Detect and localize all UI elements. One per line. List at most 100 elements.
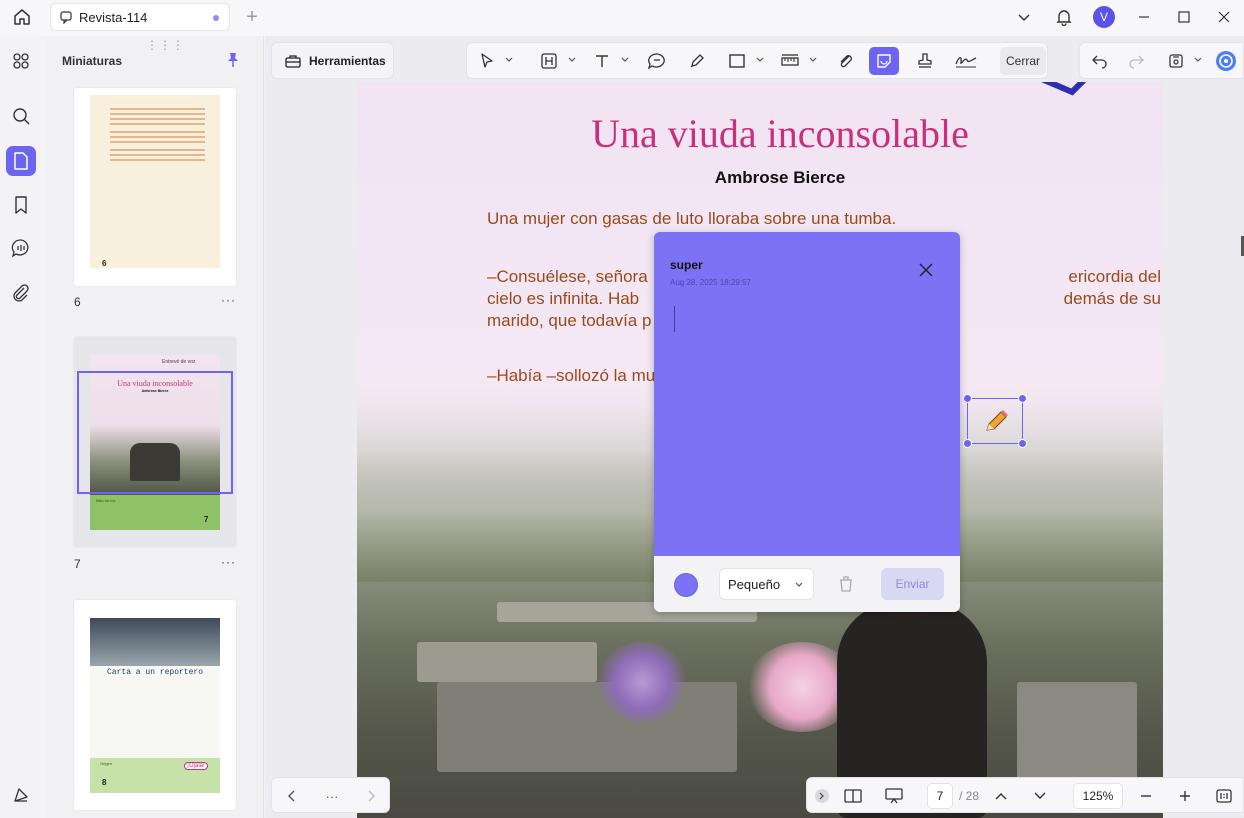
chevron-down-icon[interactable] xyxy=(505,57,513,63)
layers-icon xyxy=(14,788,28,802)
more-button[interactable]: ··· xyxy=(322,786,342,806)
resize-handle[interactable] xyxy=(1018,439,1027,448)
cursor-icon xyxy=(481,53,493,68)
pin-icon[interactable] xyxy=(226,52,240,68)
sticker-tool[interactable] xyxy=(869,47,899,75)
previous-button[interactable] xyxy=(282,786,302,806)
thumbnail-mini-box: Origen xyxy=(100,761,113,766)
highlight-icon xyxy=(541,53,557,69)
chevron-down-icon[interactable] xyxy=(1194,57,1202,63)
close-icon[interactable] xyxy=(918,262,934,278)
attach-tool[interactable] xyxy=(832,47,860,75)
page-top-decoration: ▀▀▀ ▀▀▀▀▀ xyxy=(807,82,925,89)
paragraph-2-line-2-left: cielo es infinita. Hab xyxy=(487,289,640,308)
rail-search-button[interactable] xyxy=(6,101,36,131)
next-button[interactable] xyxy=(361,786,381,806)
pencil-annotation[interactable] xyxy=(963,394,1027,448)
comment-body[interactable]: super Aug 28, 2025 18:29:57 xyxy=(654,232,960,556)
paragraph-1: Una mujer con gasas de luto lloraba sobr… xyxy=(487,209,897,228)
zoom-out-button[interactable] xyxy=(1135,786,1157,806)
text-caret xyxy=(674,306,675,332)
chevron-down-icon[interactable] xyxy=(756,57,764,63)
rail-layers-button[interactable] xyxy=(6,780,36,810)
presentation-button[interactable] xyxy=(883,786,905,806)
home-button[interactable] xyxy=(8,4,36,30)
zoom-level[interactable]: 125% xyxy=(1073,783,1123,809)
chevron-down-icon[interactable] xyxy=(621,57,629,63)
chevron-right-circle-icon xyxy=(815,789,829,803)
chevron-down-icon xyxy=(795,582,803,587)
rail-bookmark-button[interactable] xyxy=(6,190,36,220)
home-icon xyxy=(14,9,30,25)
thumbnail-page-8[interactable]: Carta a un reportero Origen 8 ¡Ojalá! xyxy=(74,600,236,810)
notifications-button[interactable] xyxy=(1044,0,1084,34)
panel-resize-grip[interactable]: ⋮⋮⋮ xyxy=(146,38,185,52)
document-author: Ambrose Bierce xyxy=(714,168,846,187)
rail-attachments-button[interactable] xyxy=(6,278,36,308)
document-tab[interactable]: Revista-114 xyxy=(50,3,230,31)
rail-pages-button[interactable] xyxy=(6,146,36,176)
collapse-bar-button[interactable] xyxy=(811,786,833,806)
maximize-button[interactable] xyxy=(1164,0,1204,34)
send-button[interactable]: Enviar xyxy=(881,568,944,600)
thumbnail-page-6[interactable]: 6 xyxy=(74,88,236,286)
thumbnail-text-lines xyxy=(110,105,205,195)
text-tool[interactable] xyxy=(588,47,616,75)
unsaved-dot xyxy=(213,15,219,21)
thumbnail-more-button[interactable]: ··· xyxy=(221,293,236,307)
actual-size-button[interactable] xyxy=(1213,786,1235,806)
minimize-button[interactable] xyxy=(1124,0,1164,34)
thumbnail-more-button[interactable]: ··· xyxy=(221,555,236,569)
close-window-button[interactable] xyxy=(1204,0,1244,34)
redo-button[interactable] xyxy=(1122,47,1150,75)
grave-slab xyxy=(437,682,737,772)
font-size-select[interactable]: Pequeño xyxy=(719,568,814,600)
highlight-tool[interactable] xyxy=(535,47,563,75)
next-page-button[interactable] xyxy=(1029,786,1051,806)
comment-icon xyxy=(11,239,29,258)
flowers-left xyxy=(597,642,687,722)
thumbnail-page-number: 7 xyxy=(204,515,209,524)
sticker-icon xyxy=(877,54,891,68)
secondary-toolbar xyxy=(1079,42,1244,79)
save-button[interactable] xyxy=(1162,47,1190,75)
previous-page-button[interactable] xyxy=(990,786,1012,806)
grid-icon xyxy=(13,53,29,69)
expand-button[interactable] xyxy=(1004,0,1044,34)
select-tool[interactable] xyxy=(473,47,501,75)
close-toolbar-button[interactable]: Cerrar xyxy=(1000,47,1046,75)
undo-button[interactable] xyxy=(1086,47,1114,75)
title-bar: Revista-114 + V xyxy=(0,0,1244,36)
user-avatar-button[interactable]: V xyxy=(1084,0,1124,34)
thumbnail-page-7[interactable]: Entrevé de voz Una viuda inconsolable Am… xyxy=(74,337,236,547)
signature-tool[interactable] xyxy=(951,47,981,75)
tools-button[interactable]: Herramientas xyxy=(271,42,394,79)
resize-handle[interactable] xyxy=(963,439,972,448)
ruler-icon xyxy=(781,54,799,66)
comment-footer: Pequeño Enviar xyxy=(654,556,960,612)
resize-handle[interactable] xyxy=(963,394,972,403)
trash-icon[interactable] xyxy=(836,574,856,594)
pen-tool[interactable] xyxy=(683,47,711,75)
comment-tool[interactable] xyxy=(643,47,671,75)
rail-comments-button[interactable] xyxy=(6,233,36,263)
chevron-down-icon[interactable] xyxy=(809,57,817,63)
thumbnail-page-image: Carta a un reportero Origen 8 ¡Ojalá! xyxy=(90,618,220,793)
thumbnail-page-number: 8 xyxy=(102,778,107,787)
thumbnails-title: Miniaturas xyxy=(62,54,123,68)
chevron-down-icon[interactable] xyxy=(568,57,576,63)
paragraph-2-line-3: marido, que todavía p xyxy=(487,311,652,330)
measure-tool[interactable] xyxy=(776,47,804,75)
thumbnail-viewport-indicator[interactable] xyxy=(77,371,233,494)
current-page-input[interactable]: 7 xyxy=(927,783,953,809)
ai-assistant-button[interactable] xyxy=(1212,47,1240,75)
zoom-in-button[interactable] xyxy=(1174,786,1196,806)
shape-tool[interactable] xyxy=(723,47,751,75)
resize-handle[interactable] xyxy=(1018,394,1027,403)
reading-mode-button[interactable] xyxy=(842,786,864,806)
stamp-tool[interactable] xyxy=(911,47,939,75)
new-tab-button[interactable]: + xyxy=(240,5,264,29)
color-picker-button[interactable] xyxy=(674,573,698,597)
stamp-icon xyxy=(918,53,932,68)
rail-grid-button[interactable] xyxy=(6,46,36,76)
